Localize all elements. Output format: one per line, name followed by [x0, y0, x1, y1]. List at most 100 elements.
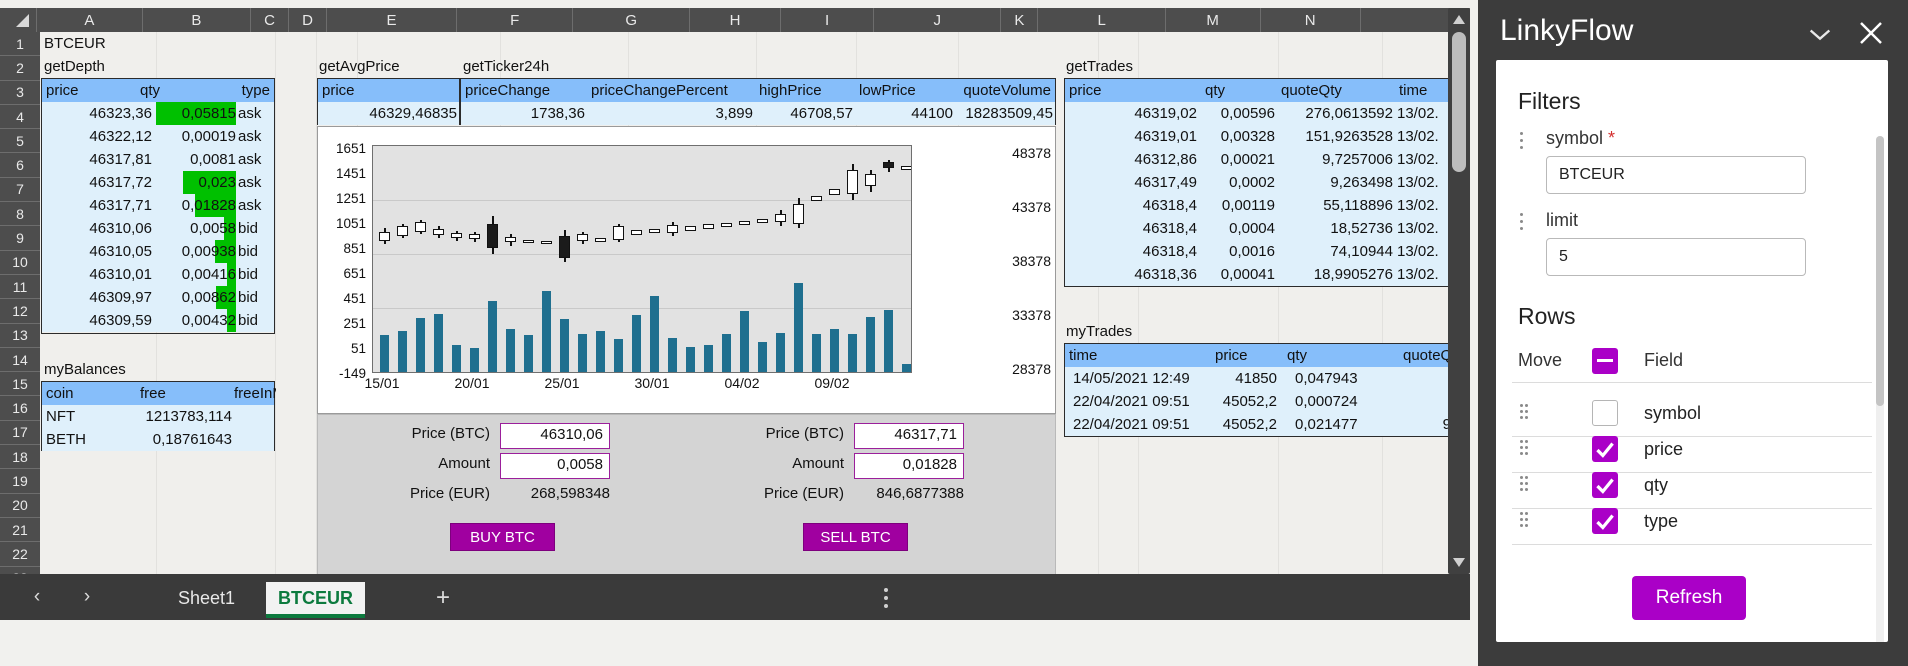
row-header[interactable]: 22: [0, 542, 40, 567]
table-row[interactable]: BETH 0,18761643: [42, 428, 274, 451]
drag-handle-row-price[interactable]: [1520, 440, 1530, 462]
linkyflow-scrollbar[interactable]: [1876, 136, 1884, 642]
table-row[interactable]: NFT 1213783,114: [42, 405, 274, 428]
close-icon[interactable]: [1856, 18, 1886, 48]
drag-handle-row-type[interactable]: [1520, 512, 1530, 534]
row-header[interactable]: 12: [0, 299, 40, 324]
column-header-F[interactable]: F: [457, 8, 574, 32]
row-header[interactable]: 13: [0, 324, 40, 348]
column-header-I[interactable]: I: [781, 8, 875, 32]
row-checkbox-price[interactable]: [1592, 436, 1618, 462]
table-row[interactable]: 46312,86 0,00021 9,7257006 13/02.: [1065, 148, 1453, 171]
row-checkbox-symbol[interactable]: [1592, 400, 1618, 426]
row-header[interactable]: 21: [0, 518, 40, 543]
table-mybalances[interactable]: coin free freeInMyCurrency NFT 1213783,1…: [41, 381, 276, 451]
table-row[interactable]: 46319,01 0,00328 151,9263528 13/02.: [1065, 125, 1453, 148]
row-header[interactable]: 1: [0, 32, 40, 57]
row-checkbox-type[interactable]: [1592, 508, 1618, 534]
scroll-down-arrow[interactable]: [1451, 554, 1467, 570]
table-row[interactable]: 1738,36 3,899 46708,57 44100 18283509,45: [461, 102, 1055, 125]
prev-sheet-button[interactable]: ‹: [24, 584, 50, 610]
table-row[interactable]: 14/05/2021 12:49 41850 0,047943: [1065, 367, 1453, 390]
row-header[interactable]: 4: [0, 105, 40, 130]
column-header-A[interactable]: A: [37, 8, 143, 32]
grid-area[interactable]: BTCEUR getDepth price qty type 46323,36 …: [40, 32, 1470, 620]
table-row[interactable]: 46310,05 0,00938 bid: [42, 240, 274, 263]
table-row[interactable]: 46317,49 0,0002 9,263498 13/02.: [1065, 171, 1453, 194]
limit-input[interactable]: 5: [1546, 238, 1806, 276]
table-row[interactable]: 46310,01 0,00416 bid: [42, 263, 274, 286]
table-gettrades[interactable]: price qty quoteQty time 46319,02 0,00596…: [1064, 78, 1454, 287]
refresh-button[interactable]: Refresh: [1632, 576, 1746, 620]
vertical-scroll-thumb[interactable]: [1452, 32, 1466, 172]
buy-amount-input[interactable]: 0,0058: [500, 453, 610, 479]
vertical-scrollbar[interactable]: [1448, 8, 1470, 574]
sell-btc-button[interactable]: SELL BTC: [803, 523, 908, 551]
table-row[interactable]: 46310,06 0,0058 bid: [42, 217, 274, 240]
sell-price-input[interactable]: 46317,71: [854, 423, 964, 449]
row-header[interactable]: 20: [0, 494, 40, 518]
column-header-H[interactable]: H: [689, 8, 782, 32]
table-row[interactable]: 46317,72 0,023 ask: [42, 171, 274, 194]
linkyflow-scroll-thumb[interactable]: [1876, 136, 1884, 406]
row-header[interactable]: 16: [0, 396, 40, 421]
row-header[interactable]: 9: [0, 226, 40, 251]
select-all-corner[interactable]: [0, 8, 38, 32]
drag-handle-row-symbol[interactable]: [1520, 404, 1530, 426]
column-header-D[interactable]: D: [289, 8, 328, 32]
row-header[interactable]: 18: [0, 445, 40, 470]
table-row[interactable]: 46318,4 0,00119 55,118896 13/02.: [1065, 194, 1453, 217]
column-header-L[interactable]: L: [1038, 8, 1166, 32]
chevron-down-icon[interactable]: [1806, 20, 1834, 48]
table-row[interactable]: 46323,36 0,05815 ask: [42, 102, 274, 125]
table-row[interactable]: 46317,81 0,0081 ask: [42, 148, 274, 171]
table-getticker24h[interactable]: priceChange priceChangePercent highPrice…: [460, 78, 1056, 125]
column-header-J[interactable]: J: [874, 8, 1002, 32]
table-mytrades[interactable]: time price qty quoteQ 14/05/2021 12:49 4…: [1064, 343, 1454, 437]
table-row[interactable]: 46317,71 0,01828 ask: [42, 194, 274, 217]
table-row[interactable]: 46329,46835: [318, 102, 459, 125]
sheet-menu-kebab-icon[interactable]: [884, 588, 890, 608]
table-row[interactable]: 46309,97 0,00862 bid: [42, 286, 274, 309]
row-checkbox-qty[interactable]: [1592, 472, 1618, 498]
column-header-E[interactable]: E: [327, 8, 457, 32]
column-header-C[interactable]: C: [251, 8, 290, 32]
table-row[interactable]: 22/04/2021 09:51 45052,2 0,021477 9: [1065, 413, 1453, 436]
table-getdepth[interactable]: price qty type 46323,36 0,05815 ask 4632…: [41, 78, 275, 334]
sheet-tab-btceur[interactable]: BTCEUR: [266, 582, 365, 618]
table-row[interactable]: 46322,12 0,00019 ask: [42, 125, 274, 148]
column-header-G[interactable]: G: [573, 8, 690, 32]
table-row[interactable]: 22/04/2021 09:51 45052,2 0,000724: [1065, 390, 1453, 413]
select-all-checkbox[interactable]: [1592, 348, 1618, 374]
column-header-N[interactable]: N: [1260, 8, 1361, 32]
buy-btc-button[interactable]: BUY BTC: [450, 523, 555, 551]
scroll-up-arrow[interactable]: [1451, 12, 1467, 28]
drag-handle-limit[interactable]: [1518, 213, 1528, 235]
table-getavgprice[interactable]: price 46329,46835: [317, 78, 460, 125]
row-header[interactable]: 10: [0, 251, 40, 275]
row-header[interactable]: 19: [0, 469, 40, 494]
row-header[interactable]: 8: [0, 202, 40, 227]
table-row[interactable]: 46318,4 0,0004 18,52736 13/02.: [1065, 217, 1453, 240]
spreadsheet[interactable]: A B C D E F G H I J K L M N 1 2 3 4 5 6 …: [0, 0, 1470, 620]
table-row[interactable]: 46309,59 0,00432 bid: [42, 309, 274, 332]
row-header[interactable]: 14: [0, 348, 40, 373]
row-header[interactable]: 11: [0, 275, 40, 300]
column-header-K[interactable]: K: [1001, 8, 1039, 32]
row-header[interactable]: 2: [0, 56, 40, 81]
next-sheet-button[interactable]: ›: [74, 584, 100, 610]
buy-price-input[interactable]: 46310,06: [500, 423, 610, 449]
symbol-input[interactable]: BTCEUR: [1546, 156, 1806, 194]
table-row[interactable]: 46318,36 0,00041 18,9905276 13/02.: [1065, 263, 1453, 286]
sell-amount-input[interactable]: 0,01828: [854, 453, 964, 479]
sheet-tab-sheet1[interactable]: Sheet1: [166, 582, 247, 614]
column-header-M[interactable]: M: [1165, 8, 1261, 32]
price-volume-chart[interactable]: 1651 1451 1251 1051 851 651 451 251 51 -…: [317, 126, 1056, 414]
add-sheet-button[interactable]: +: [436, 584, 450, 612]
table-row[interactable]: 46319,02 0,00596 276,0613592 13/02.: [1065, 102, 1453, 125]
row-header[interactable]: 15: [0, 372, 40, 397]
row-header[interactable]: 17: [0, 421, 40, 446]
drag-handle-symbol[interactable]: [1518, 132, 1528, 154]
row-header[interactable]: 7: [0, 178, 40, 203]
cell-A1[interactable]: BTCEUR: [44, 32, 244, 55]
